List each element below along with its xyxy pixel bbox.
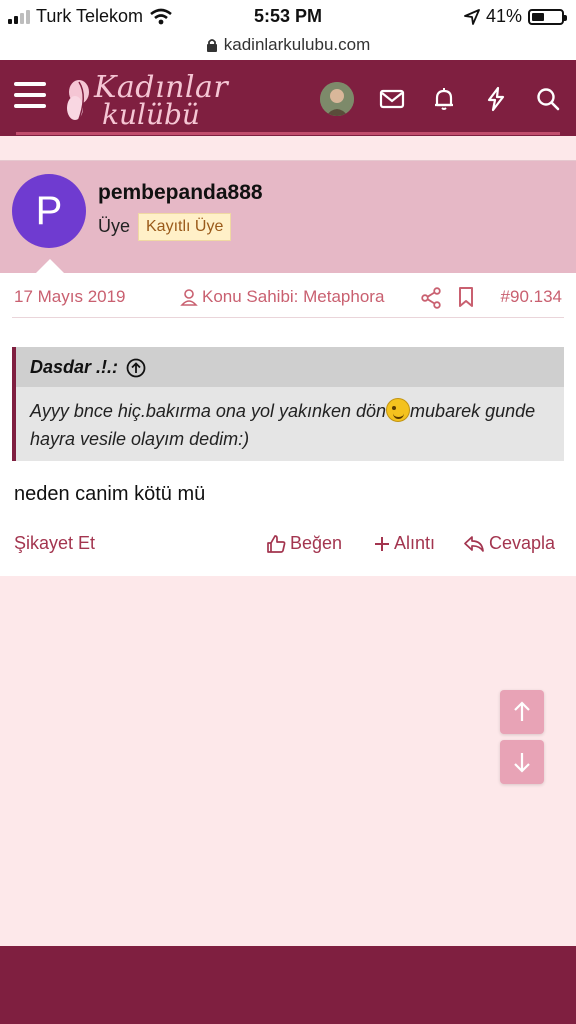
user-icon xyxy=(180,289,198,306)
post-number[interactable]: #90.134 xyxy=(501,287,562,307)
meta-divider xyxy=(12,317,564,318)
quote-text: Ayyy bnce hiç.bakırma ona yol yakınken d… xyxy=(30,397,550,453)
search-icon[interactable] xyxy=(535,86,561,112)
thread-starter-label: Konu Sahibi: Metaphora xyxy=(202,287,385,306)
reply-button[interactable]: Cevapla xyxy=(463,533,555,554)
report-label: Şikayet Et xyxy=(14,533,96,553)
arrow-up-circle-icon[interactable] xyxy=(126,358,146,378)
quote-header: Dasdar .!.: xyxy=(16,347,564,387)
header-accent-bar xyxy=(16,132,560,135)
user-title: Üye xyxy=(98,216,131,236)
user-avatar[interactable]: P xyxy=(12,174,86,248)
quote-button[interactable]: Alıntı xyxy=(374,533,435,554)
like-label: Beğen xyxy=(290,533,343,553)
wink-emoji-icon xyxy=(386,398,411,422)
mail-icon[interactable] xyxy=(379,86,405,112)
post-author-header: P pembepanda888 Üye Kayıtlı Üye xyxy=(0,161,576,273)
thread-starter: Konu Sahibi: Metaphora xyxy=(180,287,384,307)
logo-flower-icon xyxy=(67,80,89,123)
plus-icon xyxy=(375,536,389,551)
address-bar[interactable]: kadinlarkulubu.com xyxy=(0,30,576,60)
username[interactable]: pembepanda888 xyxy=(98,181,263,205)
arrow-down-icon xyxy=(514,753,530,773)
arrow-up-icon xyxy=(514,701,530,721)
battery-icon xyxy=(528,8,567,25)
quote-author[interactable]: Dasdar .!.: xyxy=(30,357,146,378)
report-button[interactable]: Şikayet Et xyxy=(14,533,95,554)
scroll-up-button[interactable] xyxy=(500,690,544,734)
avatar-caret xyxy=(36,259,64,273)
location-arrow-icon xyxy=(464,8,480,25)
lightning-icon[interactable] xyxy=(483,86,509,112)
post-message: neden canim kötü mü xyxy=(14,483,206,505)
url-text: kadinlarkulubu.com xyxy=(223,35,371,54)
menu-icon[interactable] xyxy=(14,82,46,110)
account-avatar[interactable] xyxy=(320,82,354,116)
site-footer xyxy=(0,946,576,1024)
reply-icon xyxy=(464,535,484,552)
post-date[interactable]: 17 Mayıs 2019 xyxy=(14,287,126,307)
post: P pembepanda888 Üye Kayıtlı Üye 17 Mayıs… xyxy=(0,160,576,576)
status-bar: Turk Telekom 5:53 PM 41% xyxy=(0,0,576,30)
scroll-down-button[interactable] xyxy=(500,740,544,784)
site-logo[interactable]: Kadınlar kulübü xyxy=(62,68,228,131)
logo-text-line2: kulübü xyxy=(102,98,200,131)
like-button[interactable]: Beğen xyxy=(266,533,342,554)
thumbs-up-icon xyxy=(267,534,286,553)
lock-icon xyxy=(206,38,217,52)
quote-block: Dasdar .!.: Ayyy bnce hiç.bakırma ona yo… xyxy=(12,347,564,461)
share-icon[interactable] xyxy=(420,287,442,309)
battery-percent: 41% xyxy=(485,6,522,26)
quote-text-part1: Ayyy bnce hiç.bakırma ona yol yakınken d… xyxy=(30,401,387,421)
post-actions: Şikayet Et Beğen Alıntı Cevapla xyxy=(0,531,576,561)
bookmark-icon[interactable] xyxy=(456,286,476,308)
reply-label: Cevapla xyxy=(489,533,556,553)
bell-icon[interactable] xyxy=(431,86,457,112)
quote-author-name: Dasdar .!.: xyxy=(30,357,119,377)
post-meta: 17 Mayıs 2019 Konu Sahibi: Metaphora #90… xyxy=(0,274,576,318)
quote-label: Alıntı xyxy=(394,533,436,553)
user-badge: Kayıtlı Üye xyxy=(138,213,232,241)
